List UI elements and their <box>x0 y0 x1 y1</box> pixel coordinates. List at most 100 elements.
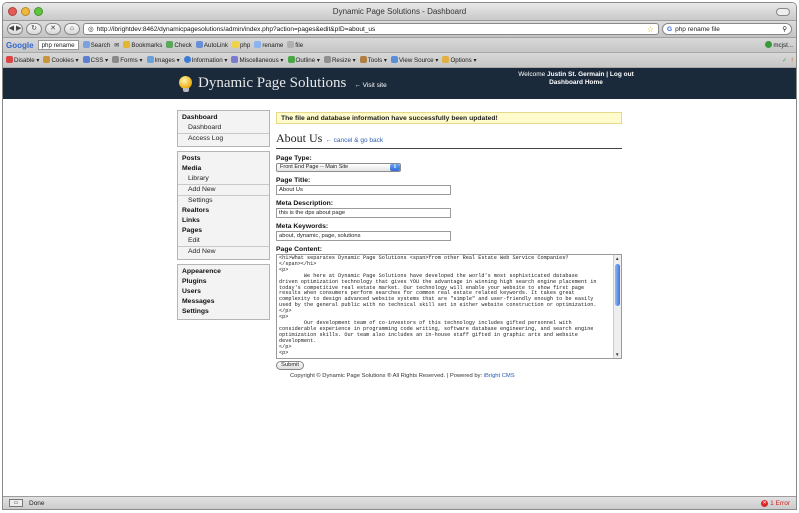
tb-check[interactable]: Check <box>166 41 192 49</box>
success-notice: The file and database information have s… <box>276 112 622 124</box>
sidebar-item-users[interactable]: Users <box>178 287 269 297</box>
back-button[interactable]: ◀ ▶ <box>7 23 23 35</box>
dev-options[interactable]: Options ▾ <box>442 56 477 64</box>
sidebar-item-media[interactable]: Media <box>178 164 269 174</box>
sidebar-item-realtors[interactable]: Realtors <box>178 206 269 216</box>
dev-outline[interactable]: Outline ▾ <box>287 56 320 64</box>
logout-link[interactable]: | Log out <box>606 71 633 78</box>
scroll-up-icon[interactable]: ▲ <box>615 256 619 261</box>
sidebar-item-settings[interactable]: Settings <box>178 307 269 317</box>
sidebar-item-dashboard[interactable]: Dashboard <box>178 113 269 123</box>
error-indicator[interactable]: ✕ 1 Error <box>761 499 790 507</box>
footer-copyright: Copyright © Dynamic Page Solutions ® All… <box>276 373 622 379</box>
sidebar-group: Dashboard Dashboard Access Log <box>177 110 270 147</box>
visit-site-link[interactable]: ← Visit site <box>354 82 386 89</box>
misc-icon <box>231 56 239 63</box>
submit-button[interactable]: Submit <box>276 361 305 370</box>
dashboard-home-link[interactable]: Dashboard Home <box>549 79 603 86</box>
tb-file[interactable]: file <box>287 41 303 49</box>
google-search-box[interactable]: php rename <box>37 40 79 50</box>
sidebar-item-links[interactable]: Links <box>178 216 269 226</box>
powered-by-link[interactable]: iBright CMS <box>484 373 515 379</box>
tb-gmail-icon[interactable]: ✉ <box>114 42 119 49</box>
tools-icon <box>359 56 367 63</box>
user-name-link[interactable]: Justin St. Germain <box>547 71 604 78</box>
admin-sidebar: Dashboard Dashboard Access Log Posts Media Li… <box>177 110 270 324</box>
cancel-link[interactable]: ← cancel & go back <box>325 137 383 144</box>
tb-php[interactable]: php <box>231 41 250 49</box>
browser-window: Dynamic Page Solutions - Dashboard ◀ ▶ ↻… <box>2 2 797 510</box>
dev-warn-icon[interactable]: ! <box>791 57 793 64</box>
dev-cookies[interactable]: Cookies ▾ <box>43 56 79 64</box>
main-content: The file and database information have s… <box>276 112 622 379</box>
scrollbar-thumb[interactable] <box>615 264 620 306</box>
form-icon <box>112 56 120 63</box>
site-header: Dynamic Page Solutions ← Visit site Welc… <box>3 68 796 99</box>
close-button[interactable] <box>8 7 17 16</box>
tb-user[interactable]: mcjst... <box>765 41 793 49</box>
dev-images[interactable]: Images ▾ <box>146 56 180 64</box>
page-title-label: Page Title: <box>276 177 311 184</box>
welcome-box: Welcome Justin St. Germain | Log out Das… <box>516 71 636 87</box>
scroll-down-icon[interactable]: ▼ <box>615 352 619 357</box>
image-icon <box>146 56 154 63</box>
page-content-textarea[interactable]: <h1>What separates Dynamic Page Solution… <box>276 254 622 359</box>
page-content-text: <h1>What separates Dynamic Page Solution… <box>279 255 597 356</box>
dev-disable[interactable]: Disable ▾ <box>6 56 39 64</box>
sidebar-item-posts[interactable]: Posts <box>178 154 269 164</box>
search-icon[interactable]: ⚲ <box>782 25 787 33</box>
sidebar-item-library[interactable]: Library <box>178 174 269 184</box>
sidebar-item-plugins[interactable]: Plugins <box>178 277 269 287</box>
sidebar-item-access-log[interactable]: Access Log <box>178 133 269 144</box>
sidebar-item-add-new[interactable]: Add New <box>178 246 269 257</box>
sidebar-item-dashboard[interactable]: Dashboard <box>178 123 269 133</box>
bookmark-star-icon[interactable]: ☆ <box>647 25 654 34</box>
dev-forms[interactable]: Forms ▾ <box>112 56 143 64</box>
reload-icon[interactable]: ↻ <box>26 23 42 35</box>
address-bar[interactable]: ◎ http://ibrightdev:8462/dynamicpagesolu… <box>83 23 659 35</box>
google-logo: Google <box>6 40 34 50</box>
tb-rename[interactable]: rename <box>254 41 283 49</box>
highlight-icon <box>254 41 262 48</box>
sidebar-item-add-new[interactable]: Add New <box>178 184 269 195</box>
tb-autolink[interactable]: AutoLink <box>195 41 228 49</box>
meta-keywords-input[interactable]: about, dynamic, page, solutions <box>276 231 451 241</box>
zoom-button[interactable] <box>34 7 43 16</box>
search-input[interactable]: php rename file <box>675 26 779 33</box>
dev-view-source[interactable]: View Source ▾ <box>391 56 438 64</box>
url-text: http://ibrightdev:8462/dynamicpagesoluti… <box>96 25 376 33</box>
page-title-input[interactable]: About Us <box>276 185 451 195</box>
error-count: 1 Error <box>770 499 790 507</box>
check-icon <box>166 41 174 48</box>
copyright-text: Copyright © Dynamic Page Solutions ® All… <box>290 373 484 379</box>
page-type-value: Front End Page -- Main Site <box>280 164 349 170</box>
sidebar-item-edit[interactable]: Edit <box>178 236 269 246</box>
sidebar-item-messages[interactable]: Messages <box>178 297 269 307</box>
home-icon[interactable]: ⌂ <box>64 23 80 35</box>
dev-css[interactable]: CSS ▾ <box>82 56 108 64</box>
textarea-scrollbar[interactable]: ▲ ▼ <box>613 255 621 358</box>
site-logo[interactable]: Dynamic Page Solutions ← Visit site <box>179 75 387 92</box>
page-type-select[interactable]: Front End Page -- Main Site ⇕ <box>276 163 401 172</box>
meta-description-input[interactable]: this is the dps about page <box>276 208 451 218</box>
sidebar-item-settings[interactable]: Settings <box>178 195 269 206</box>
chevron-down-icon: ⇕ <box>390 164 400 171</box>
status-icon[interactable]: ▭ <box>9 499 23 507</box>
tb-search[interactable]: Search <box>82 41 110 49</box>
dev-misc[interactable]: Miscellaneous ▾ <box>231 56 284 64</box>
sidebar-item-pages[interactable]: Pages <box>178 226 269 236</box>
window-controls <box>8 7 43 16</box>
dev-status-icons[interactable]: ✓ <box>782 57 787 64</box>
dev-information[interactable]: Information ▾ <box>183 56 227 64</box>
error-icon: ✕ <box>761 499 769 507</box>
toolbar-toggle[interactable] <box>776 8 790 16</box>
window-title: Dynamic Page Solutions - Dashboard <box>332 7 467 16</box>
minimize-button[interactable] <box>21 7 30 16</box>
stop-icon[interactable]: ✕ <box>45 23 61 35</box>
search-field[interactable]: G php rename file ⚲ <box>662 23 792 35</box>
tb-bookmarks[interactable]: Bookmarks <box>123 41 162 49</box>
dev-tools[interactable]: Tools ▾ <box>359 56 387 64</box>
dev-resize[interactable]: Resize ▾ <box>323 56 356 64</box>
sidebar-item-appearence[interactable]: Appearence <box>178 267 269 277</box>
meta-description-label: Meta Description: <box>276 200 334 207</box>
